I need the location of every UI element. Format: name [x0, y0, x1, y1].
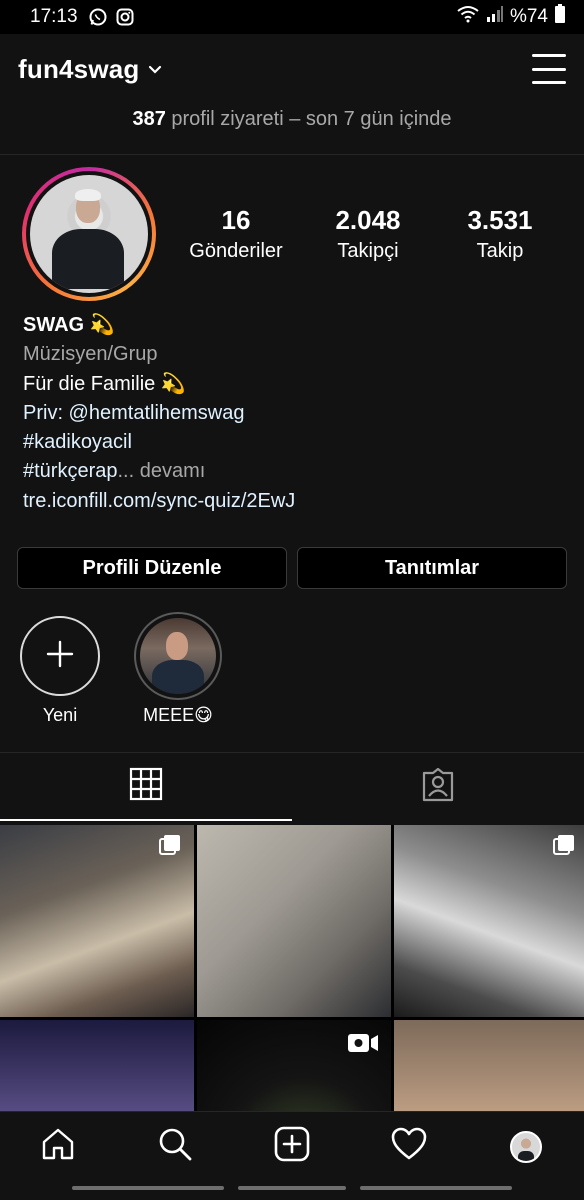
- story-highlights: Yeni MEEE😋: [0, 612, 584, 736]
- profile-actions: Profili Düzenle Tanıtımlar: [17, 547, 567, 589]
- carousel-icon: [158, 833, 182, 862]
- stat-followers[interactable]: 2.048 Takipçi: [302, 204, 434, 266]
- video-icon: [347, 1032, 379, 1059]
- profile-screen: fun4swag 387 profil ziyareti – son 7 gün…: [0, 34, 584, 1200]
- new-highlight[interactable]: Yeni: [12, 616, 108, 726]
- profile-stats: 16 Gönderiler 2.048 Takipçi 3.531 Takip: [170, 204, 584, 266]
- status-bar: 17:13 %74: [0, 0, 584, 34]
- display-name: SWAG 💫: [23, 314, 115, 336]
- grid-icon: [129, 767, 163, 806]
- category-label: Müzisyen/Grup: [23, 343, 158, 366]
- profile-avatar-icon: [509, 1130, 542, 1163]
- stat-value: 2.048: [335, 205, 401, 235]
- avatar-photo: [30, 175, 148, 293]
- visits-count: 387: [132, 108, 166, 130]
- status-time: 17:13: [30, 6, 78, 27]
- plus-icon: [45, 639, 75, 674]
- profile-bio: SWAG 💫 Müzisyen/Grup Für die Familie 💫 P…: [23, 311, 563, 516]
- bio-mention-line: Priv: @hemtatlihemswag: [23, 399, 563, 428]
- post-thumbnail[interactable]: [0, 825, 194, 1017]
- add-post-icon: [274, 1126, 310, 1167]
- edit-profile-button[interactable]: Profili Düzenle: [17, 547, 287, 589]
- highlight-photo: [140, 618, 216, 694]
- new-highlight-circle: [20, 616, 100, 696]
- profile-tabs: [0, 753, 584, 821]
- whatsapp-icon: [88, 7, 108, 27]
- mention-link[interactable]: Priv: @hemtatlihemswag: [23, 402, 244, 424]
- signal-icon: [486, 5, 504, 29]
- wifi-icon: [456, 5, 480, 29]
- bio-line: Für die Familie 💫: [23, 372, 186, 395]
- nav-search[interactable]: [117, 1112, 234, 1181]
- profile-avatar[interactable]: [22, 167, 156, 301]
- highlight-cover: [134, 612, 222, 700]
- posts-grid: [0, 825, 584, 1111]
- account-switcher[interactable]: fun4swag: [18, 54, 140, 85]
- post-thumbnail[interactable]: [394, 825, 584, 1017]
- highlight-label: MEEE😋: [143, 705, 213, 725]
- nav-profile[interactable]: [467, 1112, 584, 1181]
- stat-value: 16: [221, 205, 251, 235]
- battery-icon: [554, 4, 566, 30]
- stat-following[interactable]: 3.531 Takip: [434, 204, 566, 266]
- post-thumbnail[interactable]: [394, 1020, 584, 1111]
- heart-icon: [391, 1127, 427, 1166]
- stat-label: Takipçi: [337, 240, 399, 262]
- bio-line-truncated: #türkçerap... devamı: [23, 457, 563, 486]
- nav-new-post[interactable]: [234, 1112, 351, 1181]
- divider: [0, 154, 584, 155]
- promotions-button[interactable]: Tanıtımlar: [297, 547, 567, 589]
- home-icon: [40, 1126, 76, 1167]
- website-link[interactable]: tre.iconfill.com/sync-quiz/2EwJ: [23, 487, 563, 516]
- tagged-person-icon: [421, 767, 455, 807]
- stat-posts[interactable]: 16 Gönderiler: [170, 204, 302, 266]
- stat-value: 3.531: [467, 205, 533, 235]
- carousel-icon: [552, 833, 576, 862]
- tab-tagged[interactable]: [292, 753, 584, 821]
- hashtag-link[interactable]: #türkçerap: [23, 460, 118, 482]
- hashtag-link[interactable]: #kadikoyacil: [23, 428, 563, 457]
- top-bar: fun4swag: [0, 34, 584, 104]
- bottom-navigation: [0, 1111, 584, 1181]
- more-link[interactable]: ... devamı: [118, 460, 206, 482]
- chevron-down-icon[interactable]: [148, 62, 162, 80]
- highlight-item[interactable]: MEEE😋: [130, 612, 226, 726]
- post-thumbnail[interactable]: [197, 1020, 391, 1111]
- gesture-pill: [72, 1186, 224, 1190]
- instagram-icon: [116, 8, 134, 26]
- battery-text: %74: [509, 6, 548, 27]
- tab-grid[interactable]: [0, 753, 292, 821]
- stat-label: Takip: [476, 240, 524, 262]
- post-thumbnail[interactable]: [0, 1020, 194, 1111]
- nav-home[interactable]: [0, 1112, 117, 1181]
- gesture-pill: [238, 1186, 346, 1190]
- search-icon: [157, 1126, 193, 1167]
- hamburger-icon: [532, 54, 566, 57]
- visits-text: profil ziyareti – son 7 gün içinde: [171, 108, 452, 130]
- menu-button[interactable]: [532, 54, 566, 84]
- highlight-label: Yeni: [42, 705, 78, 725]
- stat-label: Gönderiler: [189, 240, 283, 262]
- nav-activity[interactable]: [350, 1112, 467, 1181]
- profile-visits-insight[interactable]: 387 profil ziyareti – son 7 gün içinde: [0, 104, 584, 134]
- gesture-pill: [360, 1186, 512, 1190]
- post-thumbnail[interactable]: [197, 825, 391, 1017]
- gesture-bar: [0, 1181, 584, 1200]
